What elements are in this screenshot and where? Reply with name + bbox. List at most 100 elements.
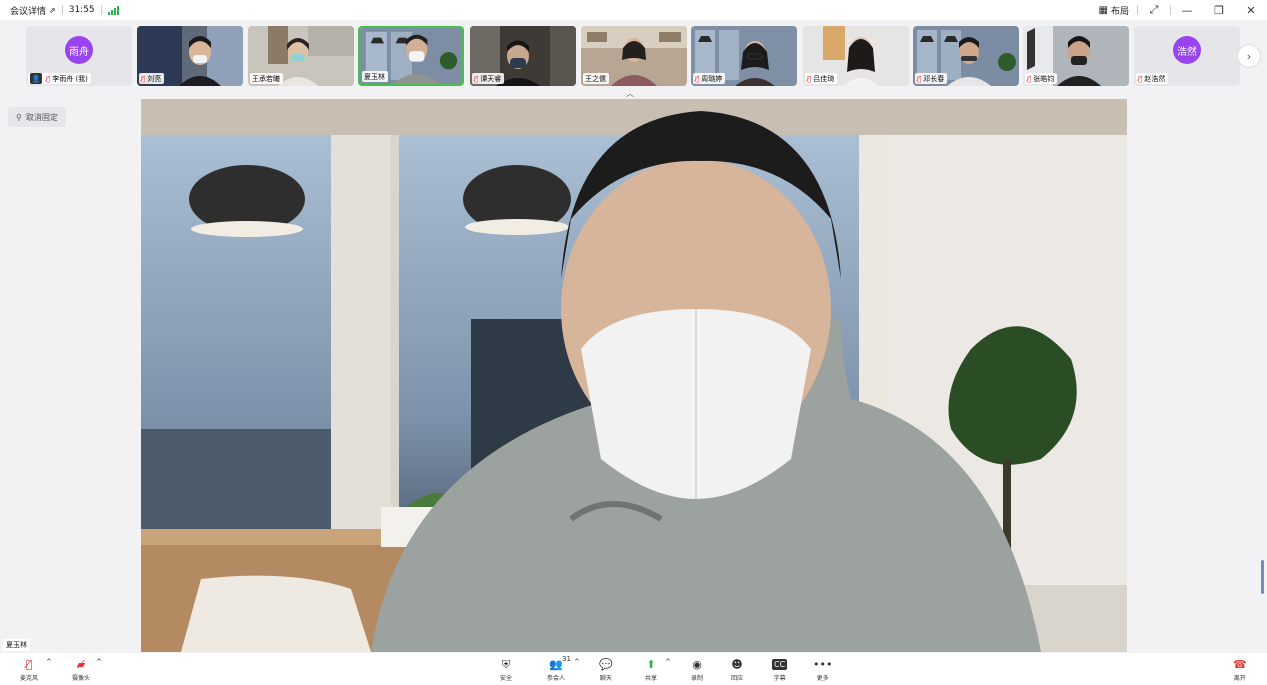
more-label: 更多: [816, 675, 829, 682]
chevron-up-icon[interactable]: ^: [665, 658, 671, 666]
participants-label: 参会人: [547, 675, 566, 682]
participant-name: 周璐婷: [701, 74, 723, 83]
participant-name-tag: 🎙̸ 周璐婷: [693, 73, 726, 84]
signal-strength-icon[interactable]: [107, 5, 119, 15]
participant-name: 赵浩然: [1144, 74, 1166, 83]
layout-button[interactable]: ▦ 布局: [1091, 4, 1137, 17]
captions-button[interactable]: CC 字幕: [772, 656, 788, 682]
participant-name-tag: 👤 🎙̸ 李雨舟 (我): [28, 73, 91, 84]
participant-tile[interactable]: 🎙̸ 张皓钧: [1023, 26, 1129, 86]
captions-label: 字幕: [773, 675, 786, 682]
title-bar: 会议详情 ⇗ 31:55 ▦ 布局 ⤢ — ❐ ✕: [0, 0, 1267, 20]
fullscreen-icon[interactable]: ⤢: [1138, 0, 1170, 20]
participant-tile[interactable]: 🎙̸ 邓长春: [913, 26, 1019, 86]
collapse-strip-button[interactable]: ︿: [626, 88, 634, 99]
participant-name: 王之儒: [585, 74, 606, 83]
leave-button[interactable]: ☎ 离开: [1233, 656, 1247, 682]
more-icon: •••: [813, 658, 833, 671]
mic-muted-icon: 🎙̸: [46, 74, 51, 83]
chevron-up-icon[interactable]: ^: [46, 658, 52, 666]
hang-up-icon: ☎: [1233, 658, 1247, 671]
mic-muted-icon: 🎙̸: [474, 74, 479, 83]
record-label: 录制: [691, 675, 704, 682]
camera-label: 摄像头: [72, 675, 91, 682]
participant-name-tag: 🎙̸ 赵浩然: [1136, 73, 1169, 84]
smiley-icon: ☻: [731, 658, 743, 671]
security-label: 安全: [500, 675, 513, 682]
participants-button[interactable]: 👥 31 参会人: [547, 655, 571, 682]
security-button[interactable]: ⛨ 安全: [500, 656, 513, 683]
participant-tile[interactable]: 浩然 🎙̸ 赵浩然: [1134, 26, 1240, 86]
scroll-indicator[interactable]: [1261, 560, 1264, 594]
speaker-video-frame: [141, 99, 1127, 652]
chat-button[interactable]: 💬 聊天: [599, 656, 613, 682]
unpin-button[interactable]: ⚲ 取消固定: [8, 107, 66, 127]
mic-muted-icon: 🎙̸: [1138, 74, 1143, 83]
mic-label: 麦克风: [20, 675, 39, 682]
participant-tile[interactable]: 雨舟 👤 🎙̸ 李雨舟 (我): [26, 26, 132, 86]
participant-name: 刘亮: [147, 74, 162, 83]
participant-name-tag: 王之儒: [583, 73, 609, 84]
chevron-up-icon: ︿: [626, 89, 634, 98]
record-button[interactable]: ◉ 录制: [691, 656, 703, 682]
mic-muted-icon: 🎙̸: [25, 658, 33, 671]
shield-icon: ⛨: [501, 657, 511, 671]
avatar: 浩然: [1173, 36, 1201, 64]
mic-button[interactable]: 🎙̸ 麦克风: [20, 656, 38, 682]
mic-muted-icon: 🎙̸: [1027, 74, 1032, 83]
layout-icon: ▦: [1098, 4, 1108, 16]
chevron-up-icon[interactable]: ^: [96, 658, 102, 666]
restore-icon[interactable]: ❐: [1203, 0, 1235, 20]
share-link-icon: ⇗: [49, 5, 56, 15]
participant-name-tag: 🎙̸ 吕佳琦: [805, 73, 838, 84]
divider: [61, 5, 63, 15]
participant-name: 夏玉林: [364, 72, 385, 81]
layout-label: 布局: [1110, 6, 1129, 17]
close-icon[interactable]: ✕: [1235, 0, 1267, 20]
meeting-details-label: 会议详情: [10, 6, 47, 17]
camera-off-icon: ▰̸: [76, 658, 86, 671]
reactions-button[interactable]: ☻ 回应: [731, 656, 743, 682]
participant-name: 李雨舟 (我): [52, 74, 88, 83]
main-video: [141, 99, 1127, 652]
mic-muted-icon: 🎙̸: [807, 74, 812, 83]
more-button[interactable]: ••• 更多: [813, 656, 832, 682]
pin-icon: ⚲: [16, 112, 22, 122]
participant-name: 谭天睿: [480, 74, 502, 83]
participant-name-tag: 🎙̸ 刘亮: [139, 73, 165, 84]
reactions-label: 回应: [731, 675, 744, 682]
bottom-toolbar: 🎙̸ 麦克风 ^ ▰̸ 摄像头 ^ ⛨ 安全 👥 31 参会人 ^ 💬 聊天 ⬆…: [0, 653, 1267, 685]
participant-count: 31: [562, 655, 571, 663]
participant-name: 邓长春: [923, 74, 945, 83]
participant-tile[interactable]: 🎙̸ 谭天睿: [470, 26, 576, 86]
chevron-up-icon[interactable]: ^: [574, 658, 580, 666]
share-button[interactable]: ⬆ 共享: [645, 656, 657, 682]
share-label: 共享: [645, 675, 658, 682]
speaker-name-label: 夏玉林: [3, 639, 30, 651]
participant-tile[interactable]: 🎙̸ 周璐婷: [691, 26, 797, 86]
participant-tile[interactable]: 🎙̸ 吕佳琦: [803, 26, 909, 86]
mic-muted-icon: 🎙̸: [695, 74, 700, 83]
mic-muted-icon: 🎙̸: [917, 74, 922, 83]
participant-name-tag: 🎙̸ 张皓钧: [1025, 73, 1058, 84]
mic-muted-icon: 🎙̸: [141, 74, 146, 83]
participant-tile[interactable]: 🎙̸ 刘亮: [137, 26, 243, 86]
participant-name-tag: 夏玉林: [362, 71, 388, 82]
participant-name-tag: 🎙̸ 邓长春: [915, 73, 948, 84]
participant-name-tag: 王承若曦: [250, 73, 283, 84]
participant-tile-active[interactable]: 夏玉林: [358, 26, 464, 86]
participant-tile[interactable]: 王承若曦: [248, 26, 354, 86]
chevron-right-icon: ›: [1246, 49, 1252, 63]
meeting-timer: 31:55: [68, 5, 95, 15]
meeting-details-button[interactable]: 会议详情 ⇗: [10, 4, 56, 17]
user-icon: 👤: [30, 73, 42, 84]
camera-button[interactable]: ▰̸ 摄像头: [72, 656, 90, 682]
next-page-button[interactable]: ›: [1237, 44, 1261, 68]
people-icon: 👥: [549, 658, 563, 671]
minimize-icon[interactable]: —: [1171, 0, 1203, 20]
participant-tile[interactable]: 王之儒: [581, 26, 687, 86]
chat-icon: 💬: [599, 658, 613, 671]
participant-strip: 雨舟 👤 🎙̸ 李雨舟 (我) 🎙̸ 刘亮 王承若曦 夏玉林 🎙̸ 谭天睿 王之…: [0, 20, 1267, 98]
participant-name: 张皓钧: [1033, 74, 1055, 83]
chat-label: 聊天: [599, 675, 612, 682]
